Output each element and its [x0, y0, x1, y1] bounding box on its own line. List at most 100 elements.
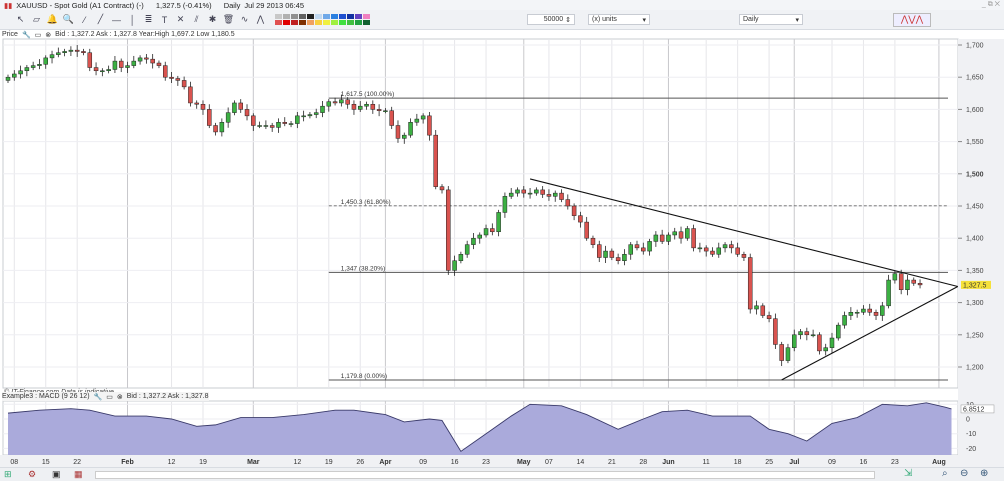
- candle-body: [590, 237, 596, 245]
- export-icon[interactable]: ⇲: [904, 468, 912, 479]
- x-tick-label: 09: [419, 459, 427, 466]
- y-tick-label: 1,550: [966, 139, 984, 146]
- candle-body: [854, 312, 860, 314]
- zoom-fit-icon[interactable]: ⌕: [942, 468, 948, 479]
- candle-body: [691, 228, 696, 249]
- candle-body: [37, 64, 42, 66]
- x-tick-label: 16: [451, 459, 459, 466]
- candle-body: [12, 73, 17, 78]
- candle-body: [508, 192, 514, 197]
- candle-body: [836, 324, 841, 339]
- candle-body: [402, 134, 407, 139]
- candle-body: [18, 70, 23, 75]
- add-indicator-icon[interactable]: ⊞: [4, 469, 12, 480]
- candle: [773, 313, 778, 349]
- fibonacci-level-label: 1,179.8 (0.00%): [341, 373, 387, 380]
- candle: [446, 186, 451, 275]
- candle-body: [842, 315, 847, 326]
- candle-body: [156, 62, 162, 66]
- x-tick-label: 11: [703, 459, 710, 466]
- candle-body: [144, 57, 149, 60]
- candle-body: [672, 231, 677, 236]
- candle: [433, 130, 438, 190]
- candle-body: [722, 244, 728, 249]
- candle-body: [68, 49, 74, 52]
- candle-body: [685, 228, 690, 239]
- window-icon[interactable]: ▭: [106, 393, 113, 401]
- horizontal-scrollbar[interactable]: [95, 471, 875, 479]
- candle-body: [785, 347, 791, 361]
- candle-body: [427, 115, 432, 136]
- x-tick-label: 14: [576, 459, 584, 466]
- candle-body: [364, 103, 369, 107]
- candle-body: [628, 244, 633, 255]
- candle-body: [578, 215, 583, 223]
- candle-body: [282, 122, 288, 124]
- candle-body: [219, 122, 225, 133]
- candle-body: [137, 57, 143, 62]
- candle-body: [597, 244, 602, 258]
- macd-y-tick-label: -20: [966, 446, 976, 453]
- candle-body: [131, 60, 137, 66]
- x-tick-label: 18: [734, 459, 742, 466]
- candle-body: [735, 247, 740, 255]
- zoom-out-icon[interactable]: ⊖: [960, 468, 968, 479]
- candle-body: [917, 283, 923, 286]
- candle-body: [527, 192, 533, 195]
- candle-body: [697, 247, 703, 250]
- wrench-icon[interactable]: 🔧: [94, 393, 103, 401]
- candle-body: [194, 102, 199, 105]
- candle-body: [905, 279, 910, 290]
- candle-body: [257, 125, 262, 127]
- candle-body: [112, 60, 118, 70]
- settings-icon[interactable]: ⚙: [28, 469, 36, 480]
- macd-y-tick-label: -10: [966, 431, 976, 438]
- x-tick-label: 21: [608, 459, 616, 466]
- price-chart[interactable]: 08 15 22 Feb 12 19 Mar 12 19 26 Apr 09 16 23 May 07 14 21…: [0, 0, 1004, 481]
- candle-body: [483, 228, 489, 236]
- macd-label: Example3 : MACD (9 26 12): [2, 393, 90, 400]
- candle-body: [710, 250, 715, 255]
- candle-body: [798, 331, 803, 336]
- candle-body: [464, 244, 470, 255]
- candle-body: [773, 318, 778, 345]
- candle-body: [490, 228, 495, 233]
- candle-body: [56, 52, 61, 55]
- candle-body: [540, 189, 545, 195]
- macd-quote: Bid : 1,327.2 Ask : 1,327.8: [126, 393, 209, 400]
- y-tick-label: 1,300: [966, 300, 984, 307]
- candle-body: [251, 115, 256, 126]
- candle-body: [383, 110, 388, 112]
- candle-body: [100, 70, 105, 73]
- candle-body: [496, 212, 501, 233]
- close-icon[interactable]: ⊗: [117, 393, 123, 401]
- zoom-in-icon[interactable]: ⊕: [980, 468, 988, 479]
- candle-body: [804, 331, 810, 336]
- candle-body: [106, 69, 111, 72]
- y-axis-panel: [958, 39, 1004, 455]
- candle-body: [238, 102, 243, 110]
- candle-body: [477, 234, 482, 239]
- candle-body: [641, 247, 646, 252]
- y-tick-label: 1,350: [966, 268, 984, 275]
- candle-body: [867, 308, 872, 313]
- x-tick-label: 12: [293, 459, 301, 466]
- candle-body: [49, 54, 55, 59]
- bottom-toolbar: ⊞ ⚙ ▣ ▦ ⇲ ⌕ ⊖ ⊕: [0, 467, 1004, 481]
- macd-value-label: 6.8512: [963, 406, 985, 413]
- x-axis-panel: [0, 455, 1004, 467]
- candle-body: [458, 254, 464, 261]
- candle-body: [792, 334, 797, 348]
- candle-body: [565, 199, 571, 207]
- candle: [886, 274, 891, 309]
- candle-body: [62, 51, 67, 53]
- candle-body: [666, 234, 671, 242]
- candle-body: [571, 205, 577, 216]
- candle-body: [886, 279, 891, 307]
- image-icon[interactable]: ▣: [52, 469, 61, 480]
- candle-body: [357, 105, 363, 110]
- candle: [836, 322, 841, 341]
- candle-body: [823, 347, 828, 352]
- layout-icon[interactable]: ▦: [74, 469, 83, 480]
- candle-body: [609, 250, 615, 258]
